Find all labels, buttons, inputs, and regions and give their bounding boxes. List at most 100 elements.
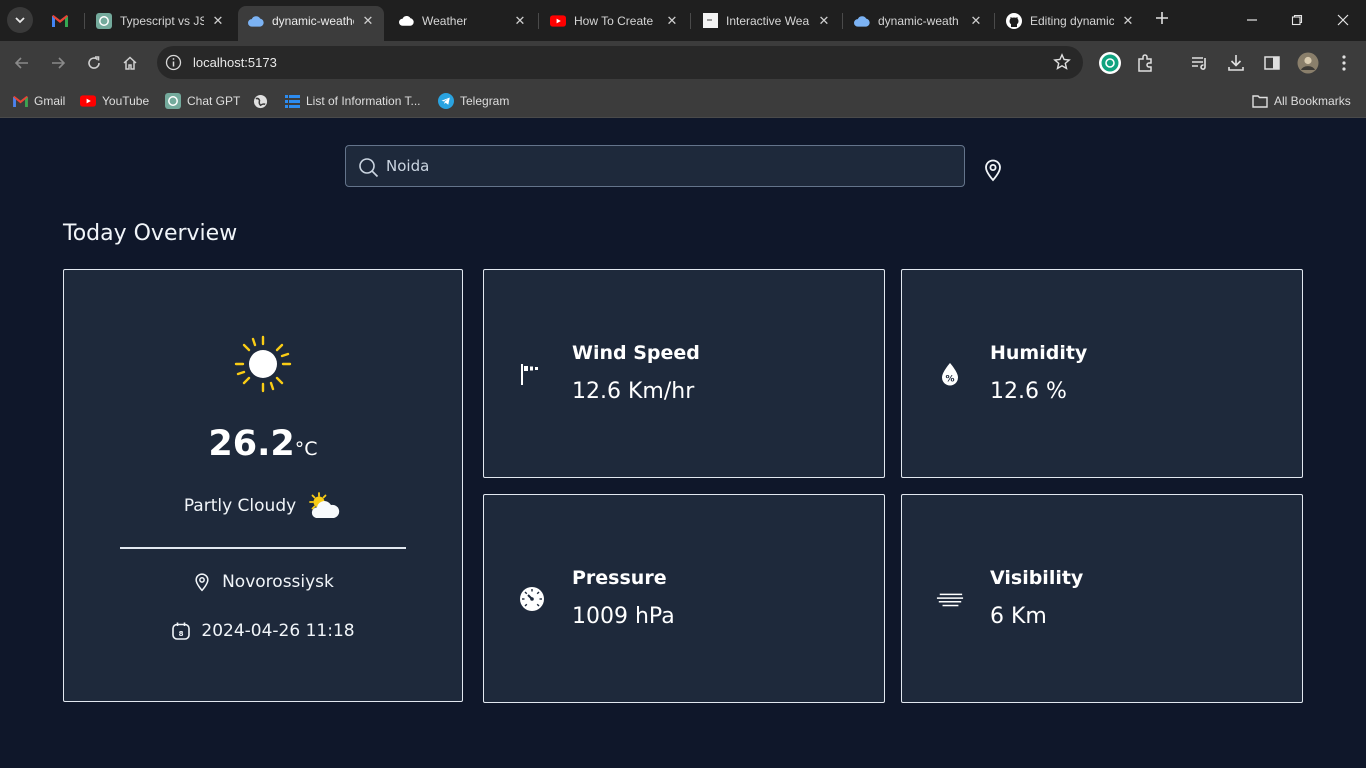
browser-tab-how-to-create[interactable]: How To Create ✕ bbox=[540, 6, 688, 35]
browser-toolbar: localhost:5173 bbox=[0, 41, 1366, 84]
city-search-input[interactable] bbox=[386, 155, 946, 177]
reading-list-button[interactable] bbox=[1188, 51, 1212, 75]
browser-tab-dynamic-weather-2[interactable]: dynamic-weath ✕ bbox=[844, 6, 992, 35]
stat-label: Wind Speed bbox=[572, 342, 700, 364]
all-bookmarks-button[interactable]: All Bookmarks bbox=[1252, 92, 1351, 110]
browser-menu-button[interactable] bbox=[1332, 51, 1356, 75]
more-vertical-icon bbox=[1342, 55, 1346, 71]
home-icon bbox=[123, 56, 137, 70]
browser-tab-typescript[interactable]: Typescript vs JS ✕ bbox=[86, 6, 234, 35]
new-tab-button[interactable] bbox=[1151, 9, 1173, 31]
arrow-right-icon bbox=[52, 57, 66, 69]
extensions-button[interactable] bbox=[1134, 51, 1158, 75]
bookmark-star-icon[interactable] bbox=[1053, 53, 1071, 71]
datetime-row: 8 2024-04-26 11:18 bbox=[64, 621, 462, 641]
tab-separator bbox=[84, 13, 85, 29]
reload-icon bbox=[88, 56, 100, 69]
tab-close-icon[interactable]: ✕ bbox=[360, 13, 376, 29]
stat-value: 6 Km bbox=[990, 604, 1047, 629]
stat-value: 1009 hPa bbox=[572, 604, 675, 629]
current-location-icon[interactable] bbox=[981, 158, 1005, 182]
tab-close-icon[interactable]: ✕ bbox=[968, 13, 984, 29]
page-icon bbox=[702, 13, 718, 29]
restore-icon bbox=[1291, 14, 1303, 26]
bookmark-list-information[interactable]: List of Information T... bbox=[284, 92, 421, 110]
cloud-icon bbox=[854, 13, 870, 29]
tab-separator bbox=[994, 13, 995, 29]
chatgpt-extension-button[interactable] bbox=[1098, 51, 1122, 75]
download-icon bbox=[1228, 55, 1244, 71]
restore-button[interactable] bbox=[1284, 8, 1310, 32]
bookmark-label: Telegram bbox=[460, 94, 510, 108]
location-name: Novorossiysk bbox=[222, 572, 334, 592]
gmail-icon bbox=[52, 13, 68, 29]
downloads-button[interactable] bbox=[1224, 51, 1248, 75]
browser-tab-interactive-weather[interactable]: Interactive Wea ✕ bbox=[692, 6, 840, 35]
datetime-value: 2024-04-26 11:18 bbox=[201, 621, 355, 641]
side-panel-button[interactable] bbox=[1260, 51, 1284, 75]
stat-label: Visibility bbox=[990, 567, 1084, 589]
tab-close-icon[interactable]: ✕ bbox=[210, 13, 226, 29]
tab-label: Typescript vs JS bbox=[120, 13, 204, 28]
address-url: localhost:5173 bbox=[193, 55, 277, 70]
browser-tab-gmail[interactable] bbox=[42, 6, 82, 35]
back-button[interactable] bbox=[9, 50, 35, 76]
plus-icon bbox=[1156, 12, 1168, 24]
tab-close-icon[interactable]: ✕ bbox=[664, 13, 680, 29]
all-bookmarks-label: All Bookmarks bbox=[1274, 94, 1351, 108]
youtube-icon bbox=[550, 13, 566, 29]
youtube-icon bbox=[80, 93, 96, 109]
sun-icon bbox=[234, 335, 292, 393]
site-info-icon[interactable] bbox=[165, 54, 182, 71]
humidity-card: % Humidity 12.6 % bbox=[901, 269, 1303, 478]
tab-label: How To Create bbox=[574, 13, 654, 28]
bookmark-globe[interactable] bbox=[252, 92, 274, 110]
card-divider bbox=[120, 547, 406, 549]
temperature-unit: °C bbox=[294, 438, 318, 460]
browser-tab-editing-dynamic[interactable]: Editing dynamic ✕ bbox=[996, 6, 1144, 35]
tab-label: dynamic-weather bbox=[272, 13, 354, 28]
temperature-display: 26.2°C bbox=[64, 424, 462, 464]
weather-condition: Partly Cloudy bbox=[64, 492, 462, 520]
tab-close-icon[interactable]: ✕ bbox=[816, 13, 832, 29]
close-icon bbox=[1337, 14, 1349, 26]
forward-button[interactable] bbox=[45, 50, 71, 76]
visibility-card: Visibility 6 Km bbox=[901, 494, 1303, 703]
minimize-button[interactable] bbox=[1239, 8, 1265, 32]
stat-label: Pressure bbox=[572, 567, 667, 589]
reload-button[interactable] bbox=[81, 50, 107, 76]
stat-label: Humidity bbox=[990, 342, 1088, 364]
location-row: Novorossiysk bbox=[64, 572, 462, 592]
address-bar[interactable]: localhost:5173 bbox=[157, 46, 1083, 79]
calendar-icon: 8 bbox=[171, 621, 191, 641]
tab-close-icon[interactable]: ✕ bbox=[512, 13, 528, 29]
humidity-icon-text: % bbox=[945, 375, 954, 385]
bookmark-telegram[interactable]: Telegram bbox=[438, 92, 509, 110]
pressure-gauge-icon bbox=[518, 585, 546, 613]
city-search-box[interactable] bbox=[345, 145, 965, 187]
location-pin-icon bbox=[192, 572, 212, 592]
calendar-day: 8 bbox=[179, 630, 184, 638]
windsock-icon bbox=[518, 360, 546, 388]
stat-value: 12.6 Km/hr bbox=[572, 379, 695, 404]
browser-tab-weather[interactable]: Weather ✕ bbox=[388, 6, 536, 35]
browser-tab-dynamic-weather-active[interactable]: dynamic-weather ✕ bbox=[238, 6, 384, 41]
chatgpt-icon bbox=[96, 12, 112, 29]
home-button[interactable] bbox=[117, 50, 143, 76]
tab-close-icon[interactable]: ✕ bbox=[1120, 13, 1136, 29]
telegram-icon bbox=[438, 93, 454, 109]
tab-separator bbox=[842, 13, 843, 29]
gmail-icon bbox=[12, 93, 28, 109]
chevron-down-icon bbox=[15, 17, 25, 24]
bookmark-chatgpt[interactable]: Chat GPT bbox=[165, 92, 240, 110]
browser-tab-bar: Typescript vs JS ✕ dynamic-weather ✕ Wea… bbox=[0, 0, 1366, 41]
bookmark-gmail[interactable]: Gmail bbox=[12, 92, 65, 110]
close-window-button[interactable] bbox=[1330, 8, 1356, 32]
bookmark-youtube[interactable]: YouTube bbox=[80, 92, 149, 110]
tab-search-button[interactable] bbox=[7, 7, 33, 33]
minimize-icon bbox=[1247, 19, 1257, 21]
pressure-card: Pressure 1009 hPa bbox=[483, 494, 885, 703]
profile-avatar[interactable] bbox=[1296, 51, 1320, 75]
bookmark-label: YouTube bbox=[102, 94, 150, 108]
partly-cloudy-icon bbox=[309, 492, 340, 518]
